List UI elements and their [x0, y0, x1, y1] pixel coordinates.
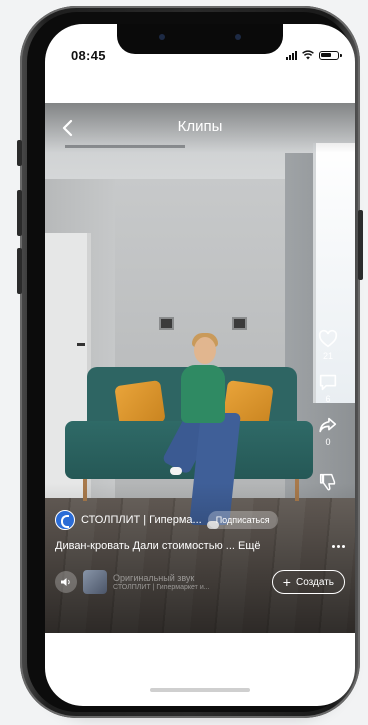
- battery-icon: [319, 50, 342, 60]
- phone-screen: 08:45 Клипы 21 6 0 СТОЛПЛИТ | Гиперма...…: [45, 24, 355, 706]
- create-label: Создать: [295, 576, 334, 588]
- like-count: 21: [322, 351, 333, 361]
- comment-count: 6: [325, 394, 331, 404]
- page-title: Клипы: [177, 118, 223, 135]
- sound-icon: [61, 578, 70, 586]
- share-icon: [319, 417, 337, 433]
- more-icon[interactable]: [329, 543, 347, 549]
- clip-actions: 21 6 0: [315, 328, 341, 503]
- sound-toggle-button[interactable]: [55, 571, 77, 593]
- sound-row: Оригинальный звук СТОЛПЛИТ | Гипермаркет…: [55, 570, 210, 594]
- comment-button[interactable]: 6: [317, 371, 339, 404]
- sound-info[interactable]: Оригинальный звук СТОЛПЛИТ | Гипермаркет…: [113, 573, 210, 591]
- dislike-button[interactable]: [317, 471, 339, 493]
- dislike-icon: [319, 473, 336, 491]
- clip-header: Клипы: [45, 103, 355, 153]
- person: [181, 365, 225, 423]
- sound-subtitle: СТОЛПЛИТ | Гипермаркет и...: [113, 584, 210, 591]
- sound-thumbnail[interactable]: [83, 570, 107, 594]
- plus-icon: +: [282, 574, 291, 590]
- power-button: [358, 210, 363, 280]
- wifi-icon: [302, 50, 314, 60]
- channel-row: СТОЛПЛИТ | Гиперма... Подписаться: [55, 510, 278, 530]
- volume-down-button: [17, 248, 22, 294]
- volume-up-button: [17, 190, 22, 236]
- home-indicator: [150, 688, 250, 692]
- clip-description[interactable]: Диван-кровать Дали стоимостью ... Ещё: [55, 540, 329, 552]
- mute-switch: [17, 140, 22, 166]
- status-icons: [286, 50, 342, 60]
- channel-name[interactable]: СТОЛПЛИТ | Гиперма...: [81, 514, 202, 526]
- clip-video[interactable]: Клипы 21 6 0 СТОЛПЛИТ | Гиперма... Подпи…: [45, 103, 355, 633]
- sound-title: Оригинальный звук: [113, 573, 195, 583]
- comment-icon: [319, 374, 337, 391]
- like-button[interactable]: 21: [317, 328, 339, 361]
- share-button[interactable]: 0: [317, 414, 339, 447]
- share-count: 0: [325, 437, 331, 447]
- signal-icon: [286, 50, 297, 60]
- channel-avatar[interactable]: [55, 510, 75, 530]
- create-button[interactable]: + Создать: [271, 570, 345, 594]
- heart-icon: [318, 329, 338, 348]
- subscribe-button[interactable]: Подписаться: [207, 511, 278, 529]
- notch: [117, 24, 283, 54]
- status-time: 08:45: [71, 48, 106, 63]
- description-row: Диван-кровать Дали стоимостью ... Ещё: [55, 540, 347, 552]
